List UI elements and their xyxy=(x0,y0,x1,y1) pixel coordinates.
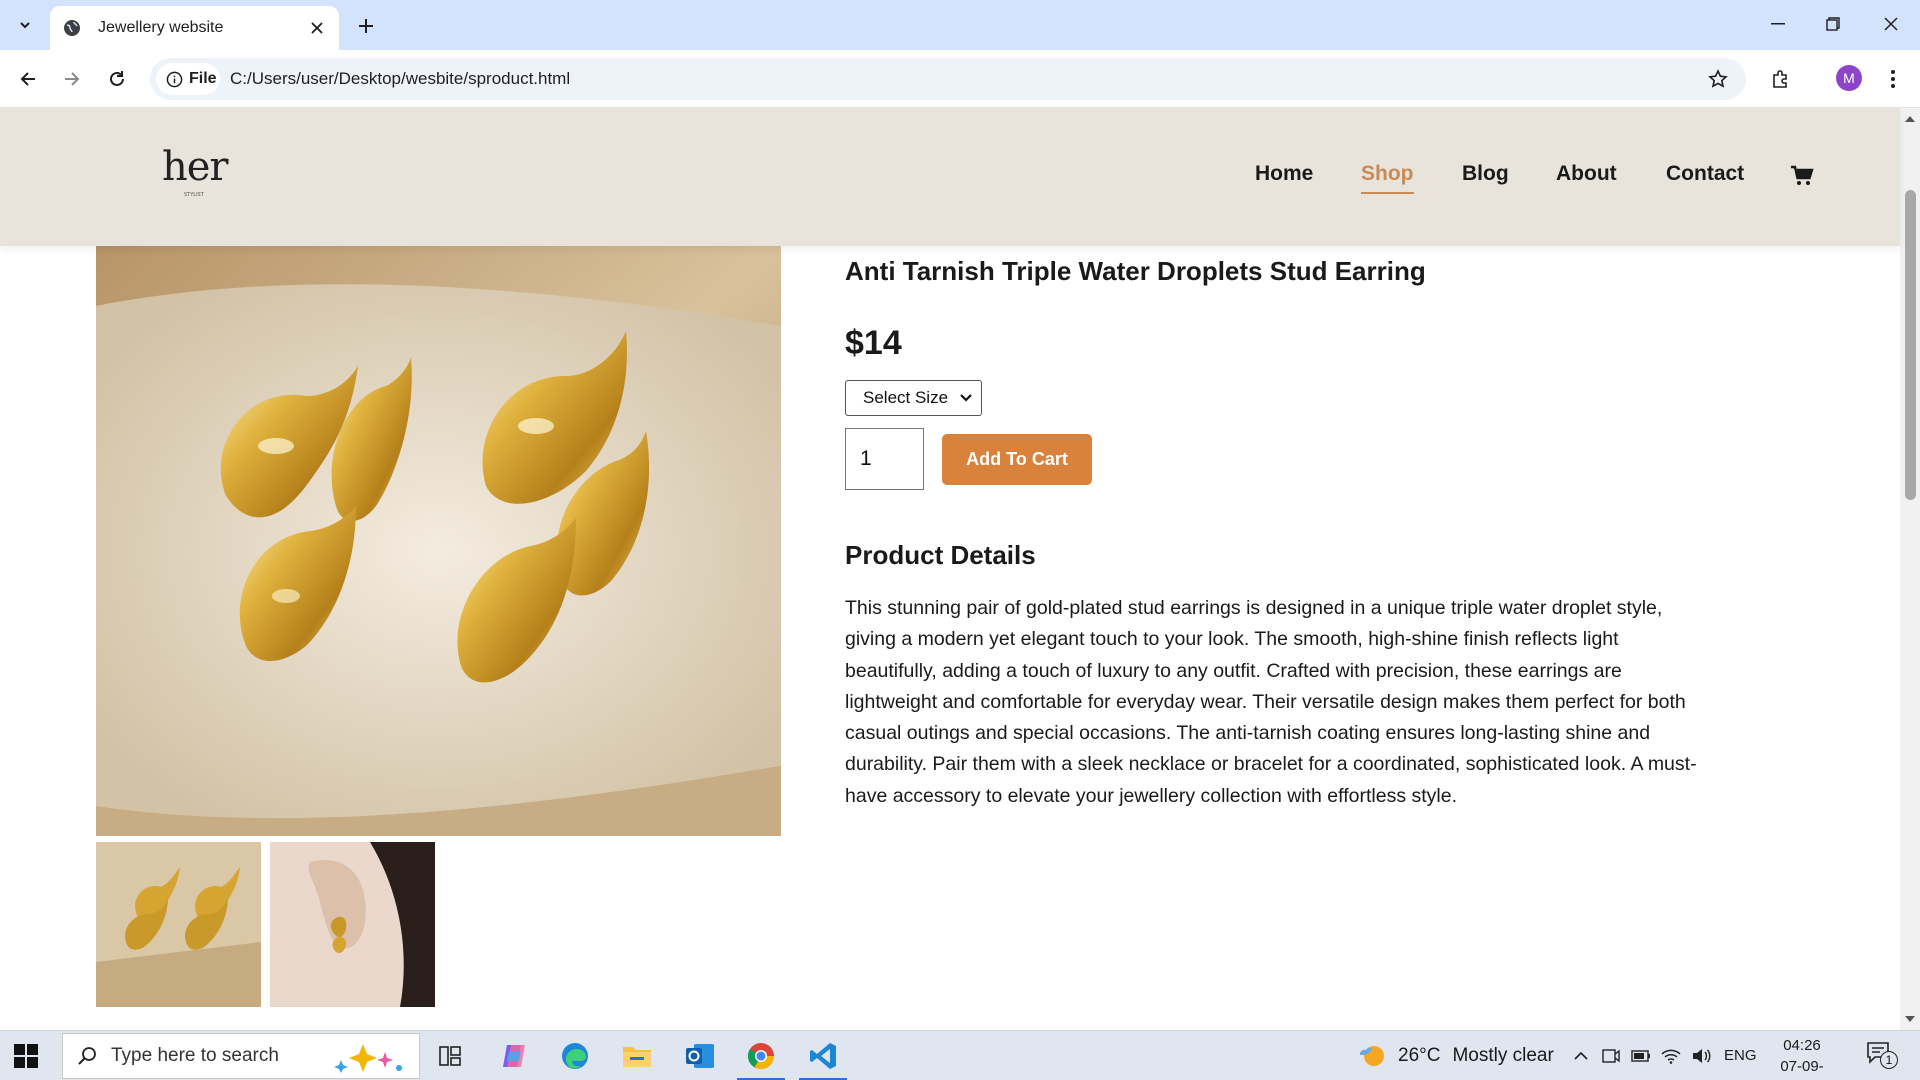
browser-menu-button[interactable] xyxy=(1877,63,1909,95)
page-scrollbar[interactable] xyxy=(1900,108,1920,1030)
outlook-app[interactable] xyxy=(676,1035,724,1077)
more-vertical-icon xyxy=(1891,70,1895,88)
vscode-app[interactable] xyxy=(799,1035,847,1080)
arrow-left-icon xyxy=(20,72,35,86)
chevron-down-icon xyxy=(20,22,30,29)
volume-icon[interactable] xyxy=(1690,1046,1712,1066)
restore-button[interactable] xyxy=(1813,10,1853,38)
close-icon xyxy=(1884,17,1898,31)
forward-button[interactable] xyxy=(56,63,88,95)
clock-time: 04:26 xyxy=(1783,1037,1821,1054)
info-icon xyxy=(166,71,183,87)
scroll-down-arrow-icon[interactable] xyxy=(1904,1014,1916,1024)
folder-icon xyxy=(623,1047,651,1067)
task-view-icon xyxy=(439,1046,461,1066)
close-window-button[interactable] xyxy=(1871,10,1911,38)
tab-title: Jewellery website xyxy=(98,19,224,36)
bookmark-star-icon[interactable] xyxy=(1706,67,1730,91)
taskbar: Type here to search 26°C Mostly clear EN… xyxy=(0,1030,1920,1080)
nav-blog[interactable]: Blog xyxy=(1462,162,1509,186)
reload-icon xyxy=(110,71,124,86)
nav-shop[interactable]: Shop xyxy=(1361,162,1414,194)
svg-text:STYLIST: STYLIST xyxy=(184,192,205,198)
copilot-icon xyxy=(503,1045,525,1067)
page-viewport: her STYLIST Home Shop Blog About Contact xyxy=(0,108,1920,1030)
product-thumbnail-1[interactable] xyxy=(96,842,261,1007)
wifi-icon[interactable] xyxy=(1660,1046,1682,1066)
product-details-text: This stunning pair of gold-plated stud e… xyxy=(845,597,1697,807)
browser-tab[interactable]: Jewellery website xyxy=(50,6,339,50)
battery-icon[interactable] xyxy=(1630,1046,1652,1066)
outlook-icon xyxy=(686,1044,714,1068)
address-bar[interactable]: File C:/Users/user/Desktop/wesbite/sprod… xyxy=(150,58,1746,100)
site-header: her STYLIST Home Shop Blog About Contact xyxy=(0,108,1900,246)
browser-tab-strip: Jewellery website xyxy=(0,0,1920,50)
task-view-button[interactable] xyxy=(426,1035,474,1077)
weather-condition: Mostly clear xyxy=(1452,1045,1554,1066)
taskbar-search-box[interactable]: Type here to search xyxy=(62,1033,420,1079)
browser-toolbar: File C:/Users/user/Desktop/wesbite/sprod… xyxy=(0,50,1920,108)
product-main-image xyxy=(96,246,781,836)
new-tab-button[interactable] xyxy=(352,12,380,40)
sparkle-icon xyxy=(334,1044,402,1073)
chrome-icon xyxy=(747,1043,775,1070)
edge-icon xyxy=(562,1043,588,1069)
edge-app[interactable] xyxy=(551,1035,599,1077)
chip-label: File xyxy=(189,70,217,87)
site-info-chip[interactable]: File xyxy=(156,63,220,95)
chrome-app[interactable] xyxy=(737,1035,785,1080)
copilot-app[interactable] xyxy=(490,1035,538,1077)
back-button[interactable] xyxy=(12,63,44,95)
clock[interactable]: 04:26 07-09-2025 xyxy=(1766,1035,1838,1080)
tab-search-button[interactable] xyxy=(10,10,40,40)
product-price: $14 xyxy=(845,324,902,362)
profile-avatar[interactable]: M xyxy=(1836,65,1862,91)
meet-now-icon[interactable] xyxy=(1600,1046,1622,1066)
nav-about[interactable]: About xyxy=(1556,162,1617,186)
notification-count: 1 xyxy=(1880,1051,1898,1069)
add-to-cart-button[interactable]: Add To Cart xyxy=(942,434,1092,485)
weather-temperature: 26°C xyxy=(1398,1045,1441,1066)
plus-icon xyxy=(359,19,373,33)
nav-home[interactable]: Home xyxy=(1255,162,1313,186)
size-select-value: Select Size xyxy=(863,388,949,407)
site-logo[interactable]: her STYLIST xyxy=(160,144,236,200)
size-select[interactable]: Select Size xyxy=(845,380,982,416)
file-explorer-app[interactable] xyxy=(613,1035,661,1077)
product-details-heading: Product Details xyxy=(845,540,1036,570)
windows-start-icon[interactable] xyxy=(14,1044,38,1068)
product-thumbnail-2[interactable] xyxy=(270,842,435,1007)
clock-date: 07-09-2025 xyxy=(1780,1058,1824,1080)
chevron-up-icon xyxy=(1574,1051,1588,1060)
quantity-input[interactable]: 1 xyxy=(845,428,924,490)
reload-button[interactable] xyxy=(101,63,133,95)
globe-icon xyxy=(62,18,82,38)
vscode-icon xyxy=(810,1043,836,1069)
puzzle-icon xyxy=(1773,70,1787,88)
arrow-right-icon xyxy=(65,72,80,86)
notification-center-button[interactable]: 1 xyxy=(1866,1041,1900,1071)
product-title: Anti Tarnish Triple Water Droplets Stud … xyxy=(845,256,1426,286)
tab-close-icon[interactable] xyxy=(307,18,327,38)
url-text[interactable]: C:/Users/user/Desktop/wesbite/sproduct.h… xyxy=(230,69,570,89)
scroll-thumb[interactable] xyxy=(1905,190,1916,500)
svg-text:her: her xyxy=(162,144,229,190)
scroll-up-arrow-icon[interactable] xyxy=(1904,114,1916,124)
minimize-button[interactable] xyxy=(1758,10,1798,38)
nav-contact[interactable]: Contact xyxy=(1666,162,1744,186)
shopping-cart-icon[interactable] xyxy=(1790,164,1814,188)
weather-moon-cloud-icon xyxy=(1360,1046,1384,1066)
search-icon xyxy=(78,1047,96,1065)
extensions-button[interactable] xyxy=(1765,63,1797,95)
show-hidden-icons-button[interactable] xyxy=(1570,1046,1592,1066)
restore-icon xyxy=(1826,17,1840,31)
search-placeholder: Type here to search xyxy=(111,1045,279,1066)
chevron-down-icon xyxy=(960,394,972,402)
weather-widget[interactable]: 26°C Mostly clear xyxy=(1358,1042,1554,1070)
minimize-icon xyxy=(1771,23,1785,25)
input-language[interactable]: ENG xyxy=(1724,1047,1757,1064)
